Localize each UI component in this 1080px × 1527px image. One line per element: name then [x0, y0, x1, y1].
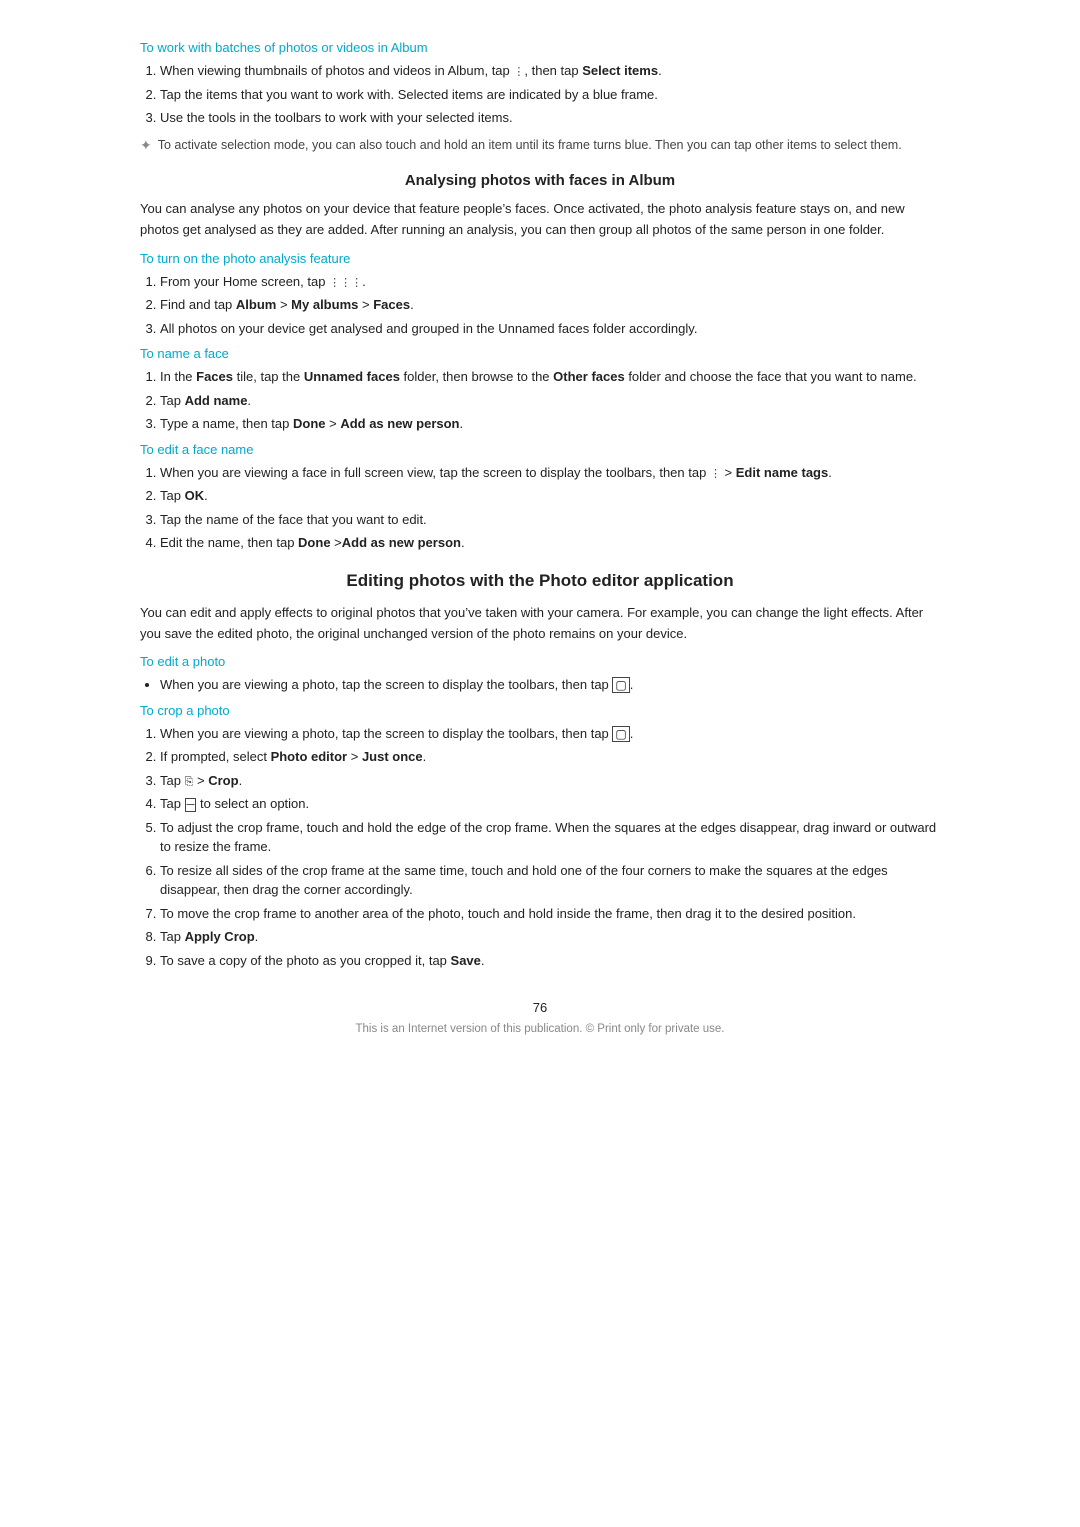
- analysing-body: You can analyse any photos on your devic…: [140, 199, 940, 241]
- batch-work-steps: When viewing thumbnails of photos and vi…: [160, 61, 940, 128]
- turn-on-step-3: All photos on your device get analysed a…: [160, 319, 940, 339]
- turn-on-step-1: From your Home screen, tap ⋮⋮⋮.: [160, 272, 940, 292]
- page-number: 76: [140, 1000, 940, 1015]
- name-face-step-1: In the Faces tile, tap the Unnamed faces…: [160, 367, 940, 387]
- editing-photos-section: Editing photos with the Photo editor app…: [140, 571, 940, 971]
- crop-step-9: To save a copy of the photo as you cropp…: [160, 951, 940, 971]
- batch-step-1: When viewing thumbnails of photos and vi…: [160, 61, 940, 81]
- batch-step-3: Use the tools in the toolbars to work wi…: [160, 108, 940, 128]
- edit-photo-bullet-1: When you are viewing a photo, tap the sc…: [160, 675, 940, 695]
- batch-tip: ✦ To activate selection mode, you can al…: [140, 136, 940, 155]
- crop-step-5: To adjust the crop frame, touch and hold…: [160, 818, 940, 857]
- crop-step-4: Tap ─ to select an option.: [160, 794, 940, 814]
- editing-photos-heading: Editing photos with the Photo editor app…: [140, 571, 940, 591]
- batch-work-section: To work with batches of photos or videos…: [140, 40, 940, 154]
- turn-on-steps: From your Home screen, tap ⋮⋮⋮. Find and…: [160, 272, 940, 339]
- batch-step-2: Tap the items that you want to work with…: [160, 85, 940, 105]
- edit-face-step-1: When you are viewing a face in full scre…: [160, 463, 940, 483]
- name-face-step-2: Tap Add name.: [160, 391, 940, 411]
- crop-step-7: To move the crop frame to another area o…: [160, 904, 940, 924]
- edit-face-heading: To edit a face name: [140, 442, 940, 457]
- crop-step-6: To resize all sides of the crop frame at…: [160, 861, 940, 900]
- edit-photo-heading: To edit a photo: [140, 654, 940, 669]
- batch-work-heading: To work with batches of photos or videos…: [140, 40, 940, 55]
- edit-face-step-3: Tap the name of the face that you want t…: [160, 510, 940, 530]
- turn-on-step-2: Find and tap Album > My albums > Faces.: [160, 295, 940, 315]
- crop-step-3: Tap ⎘ > Crop.: [160, 771, 940, 791]
- edit-photo-bullets: When you are viewing a photo, tap the sc…: [160, 675, 940, 695]
- footer-text: This is an Internet version of this publ…: [140, 1023, 940, 1035]
- crop-step-8: Tap Apply Crop.: [160, 927, 940, 947]
- tip-icon: ✦: [140, 137, 152, 154]
- crop-photo-heading: To crop a photo: [140, 703, 940, 718]
- name-face-heading: To name a face: [140, 346, 940, 361]
- editing-photos-body: You can edit and apply effects to origin…: [140, 603, 940, 645]
- crop-step-2: If prompted, select Photo editor > Just …: [160, 747, 940, 767]
- turn-on-heading: To turn on the photo analysis feature: [140, 251, 940, 266]
- edit-face-step-4: Edit the name, then tap Done >Add as new…: [160, 533, 940, 553]
- edit-face-steps: When you are viewing a face in full scre…: [160, 463, 940, 553]
- edit-face-step-2: Tap OK.: [160, 486, 940, 506]
- crop-step-1: When you are viewing a photo, tap the sc…: [160, 724, 940, 744]
- tip-text: To activate selection mode, you can also…: [158, 136, 902, 155]
- analysing-heading: Analysing photos with faces in Album: [140, 172, 940, 189]
- name-face-step-3: Type a name, then tap Done > Add as new …: [160, 414, 940, 434]
- analysing-section: Analysing photos with faces in Album You…: [140, 172, 940, 553]
- crop-photo-steps: When you are viewing a photo, tap the sc…: [160, 724, 940, 971]
- name-face-steps: In the Faces tile, tap the Unnamed faces…: [160, 367, 940, 434]
